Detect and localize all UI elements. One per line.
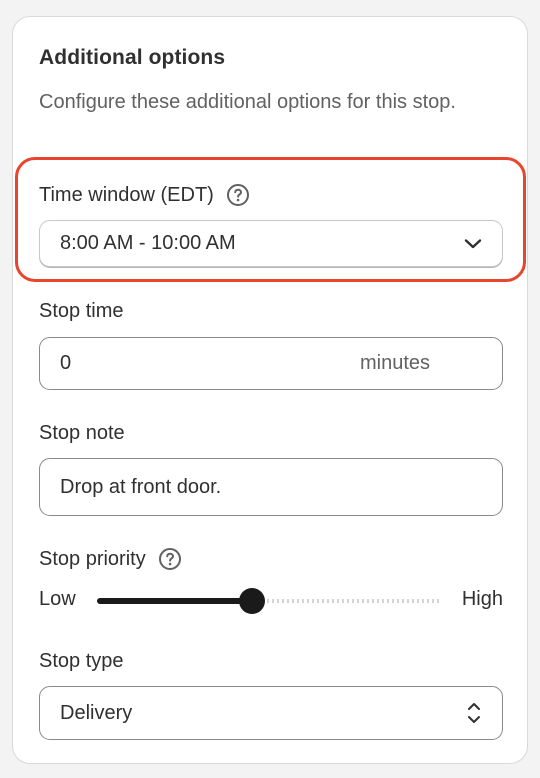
chevron-down-icon <box>464 238 482 250</box>
slider-track[interactable] <box>97 588 441 614</box>
stop-type-label-row: Stop type <box>39 650 124 673</box>
stop-note-label-row: Stop note <box>39 422 125 445</box>
stop-time-suffix: minutes <box>359 352 430 374</box>
stop-type-label: Stop type <box>39 650 124 672</box>
time-window-label: Time window (EDT) <box>39 183 214 206</box>
slider-high-label: High <box>461 588 503 610</box>
stop-time-label: Stop time <box>39 300 124 322</box>
time-window-select[interactable]: 8:00 AM - 10:00 AM <box>39 220 503 267</box>
stop-priority-label: Stop priority <box>39 547 146 570</box>
stop-priority-slider[interactable]: Low High <box>39 586 503 616</box>
stop-type-value: Delivery <box>60 701 133 724</box>
stop-note-value: Drop at front door. <box>60 475 222 498</box>
stop-time-value: 0 <box>60 352 72 374</box>
time-window-value: 8:00 AM - 10:00 AM <box>60 232 236 254</box>
stop-type-select[interactable]: Delivery <box>39 686 503 740</box>
slider-fill <box>97 598 252 604</box>
stop-priority-label-row: Stop priority <box>39 547 182 571</box>
stop-note-label: Stop note <box>39 422 125 444</box>
help-circle-icon[interactable] <box>158 547 182 571</box>
slider-thumb[interactable] <box>238 588 265 614</box>
select-arrows-icon <box>466 700 482 726</box>
panel-title: Additional options <box>39 46 226 69</box>
stop-time-input[interactable]: 0 minutes <box>39 337 503 390</box>
slider-low-label: Low <box>39 588 76 610</box>
stop-time-label-row: Stop time <box>39 300 123 323</box>
help-circle-icon[interactable] <box>226 183 250 207</box>
stop-note-input[interactable]: Drop at front door. <box>39 458 503 516</box>
time-window-label-row: Time window (EDT) <box>39 183 250 207</box>
panel-subtitle: Configure these additional options for t… <box>39 91 456 113</box>
